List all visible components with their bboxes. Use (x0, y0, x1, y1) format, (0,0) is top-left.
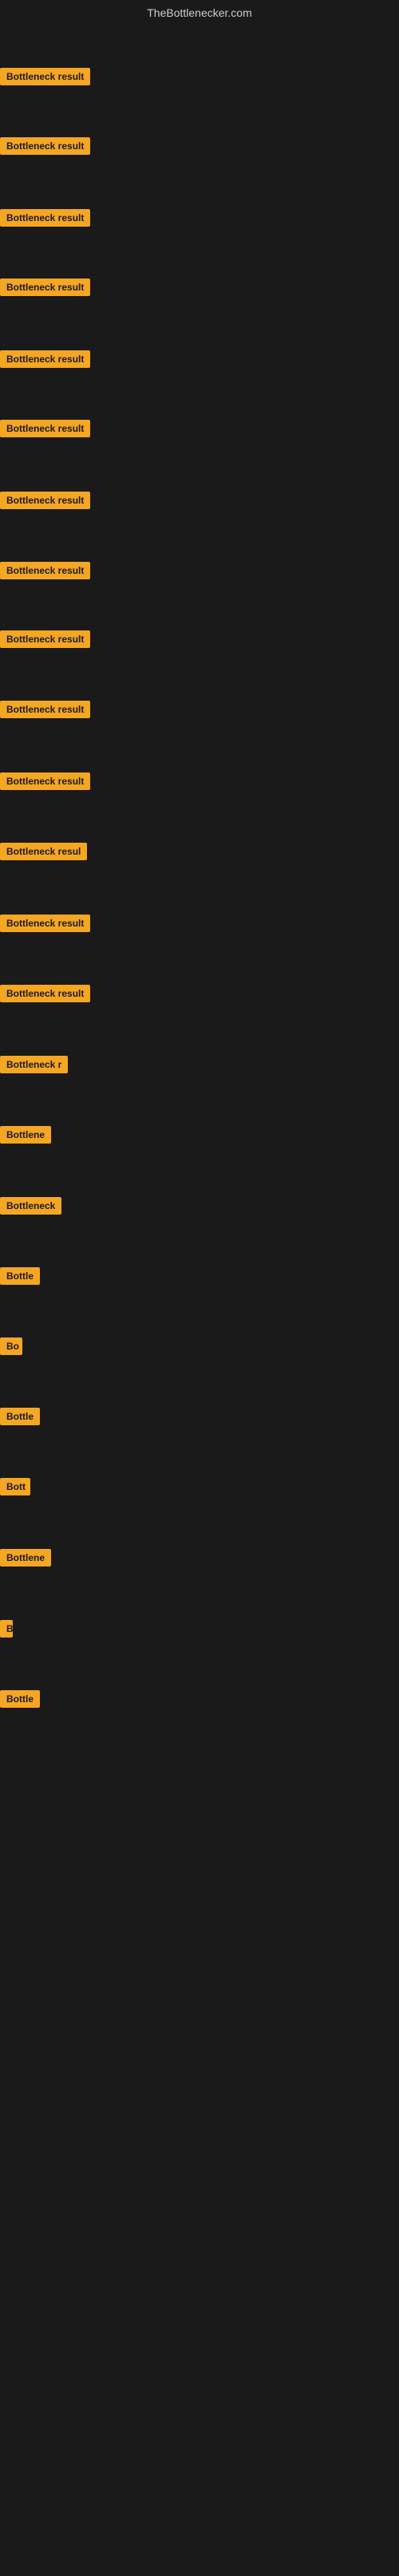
bottleneck-badge: Bottleneck result (0, 209, 90, 227)
bottleneck-badge: Bottleneck result (0, 772, 90, 790)
bottleneck-badge: Bottleneck result (0, 137, 90, 155)
bottleneck-result-item: Bo (0, 1337, 22, 1359)
bottleneck-badge: Bottleneck result (0, 630, 90, 648)
bottleneck-result-item: Bottleneck result (0, 209, 90, 231)
bottleneck-badge: Bottleneck result (0, 915, 90, 932)
bottleneck-badge: B (0, 1620, 13, 1638)
bottleneck-result-item: Bottleneck result (0, 630, 90, 652)
site-header: TheBottlenecker.com (0, 0, 399, 22)
bottleneck-result-item: Bottleneck resul (0, 843, 87, 864)
bottleneck-badge: Bottleneck result (0, 492, 90, 509)
bottleneck-badge: Bottleneck result (0, 420, 90, 437)
bottleneck-result-item: Bottleneck result (0, 562, 90, 583)
bottleneck-result-item: Bottle (0, 1690, 40, 1712)
bottleneck-badge: Bottleneck result (0, 68, 90, 85)
bottleneck-result-item: B (0, 1620, 13, 1642)
bottleneck-result-item: Bottle (0, 1408, 40, 1429)
bottleneck-badge: Bottleneck result (0, 562, 90, 579)
bottleneck-result-item: Bottleneck result (0, 68, 90, 89)
bottleneck-badge: Bo (0, 1337, 22, 1355)
bottleneck-badge: Bottleneck (0, 1197, 61, 1215)
bottleneck-badge: Bottleneck result (0, 279, 90, 296)
bottleneck-badge: Bottle (0, 1267, 40, 1285)
bottleneck-result-item: Bottleneck r (0, 1056, 68, 1077)
bottleneck-result-item: Bottleneck result (0, 492, 90, 513)
bottleneck-result-item: Bottle (0, 1267, 40, 1289)
bottleneck-badge: Bott (0, 1478, 30, 1495)
bottleneck-badge: Bottleneck r (0, 1056, 68, 1073)
bottleneck-result-item: Bottleneck result (0, 772, 90, 794)
bottleneck-result-item: Bottleneck result (0, 985, 90, 1006)
bottleneck-result-item: Bottleneck (0, 1197, 61, 1219)
bottleneck-result-item: Bottleneck result (0, 137, 90, 159)
bottleneck-result-item: Bottlene (0, 1126, 51, 1148)
bottleneck-badge: Bottleneck result (0, 701, 90, 718)
bottleneck-badge: Bottleneck result (0, 985, 90, 1002)
bottleneck-badge: Bottleneck result (0, 350, 90, 368)
bottleneck-result-item: Bottleneck result (0, 701, 90, 722)
bottleneck-badge: Bottlene (0, 1549, 51, 1567)
bottleneck-result-item: Bottleneck result (0, 279, 90, 300)
bottleneck-result-item: Bottleneck result (0, 915, 90, 936)
bottleneck-badge: Bottle (0, 1408, 40, 1425)
bottleneck-badge: Bottleneck resul (0, 843, 87, 860)
bottleneck-badge: Bottle (0, 1690, 40, 1708)
bottleneck-result-item: Bott (0, 1478, 30, 1499)
bottleneck-result-item: Bottleneck result (0, 350, 90, 372)
bottleneck-result-item: Bottleneck result (0, 420, 90, 441)
bottleneck-badge: Bottlene (0, 1126, 51, 1144)
bottleneck-result-item: Bottlene (0, 1549, 51, 1570)
